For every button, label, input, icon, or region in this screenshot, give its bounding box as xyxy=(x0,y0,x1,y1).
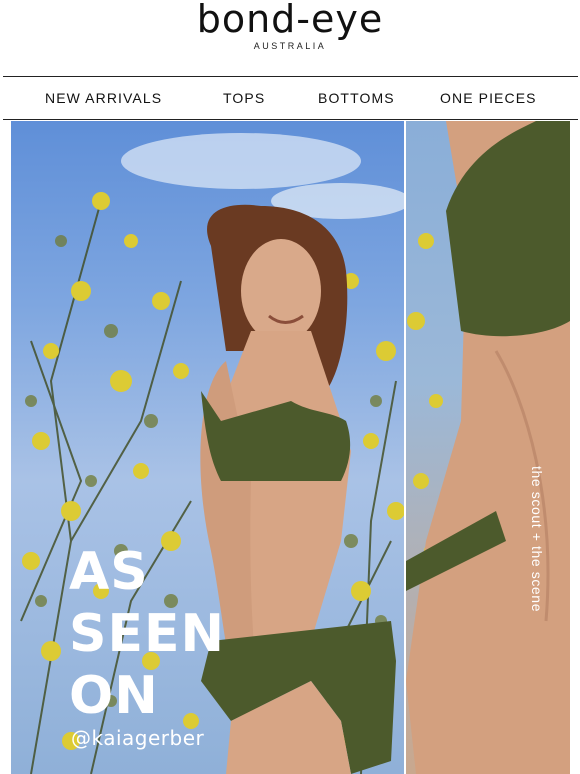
brand-logo[interactable]: bond-eye xyxy=(0,0,580,38)
headline-line-seen: SEEN xyxy=(69,604,226,664)
hero-banner[interactable]: AS SEEN ON @kaiagerber the scout + the s… xyxy=(11,121,570,774)
side-caption: the scout + the scene xyxy=(529,466,545,613)
nav-new-arrivals[interactable]: NEW ARRIVALS xyxy=(45,90,162,106)
hero-photo-detail[interactable] xyxy=(406,121,570,774)
brand-header: bond-eye AUSTRALIA xyxy=(0,0,580,76)
detail-photo-illustration xyxy=(406,121,570,774)
nav-bottoms[interactable]: BOTTOMS xyxy=(318,90,395,106)
hero-headline: AS SEEN ON xyxy=(69,541,225,727)
nav-one-pieces[interactable]: ONE PIECES xyxy=(440,90,537,106)
brand-subtitle: AUSTRALIA xyxy=(253,41,327,51)
hero-photo-main[interactable]: AS SEEN ON @kaiagerber xyxy=(11,121,404,774)
headline-line-on: ON xyxy=(69,666,159,726)
nav-tops[interactable]: TOPS xyxy=(223,90,265,106)
headline-line-as: AS xyxy=(69,542,149,602)
main-nav: NEW ARRIVALS TOPS BOTTOMS ONE PIECES xyxy=(3,76,578,120)
instagram-handle[interactable]: @kaiagerber xyxy=(71,726,204,750)
